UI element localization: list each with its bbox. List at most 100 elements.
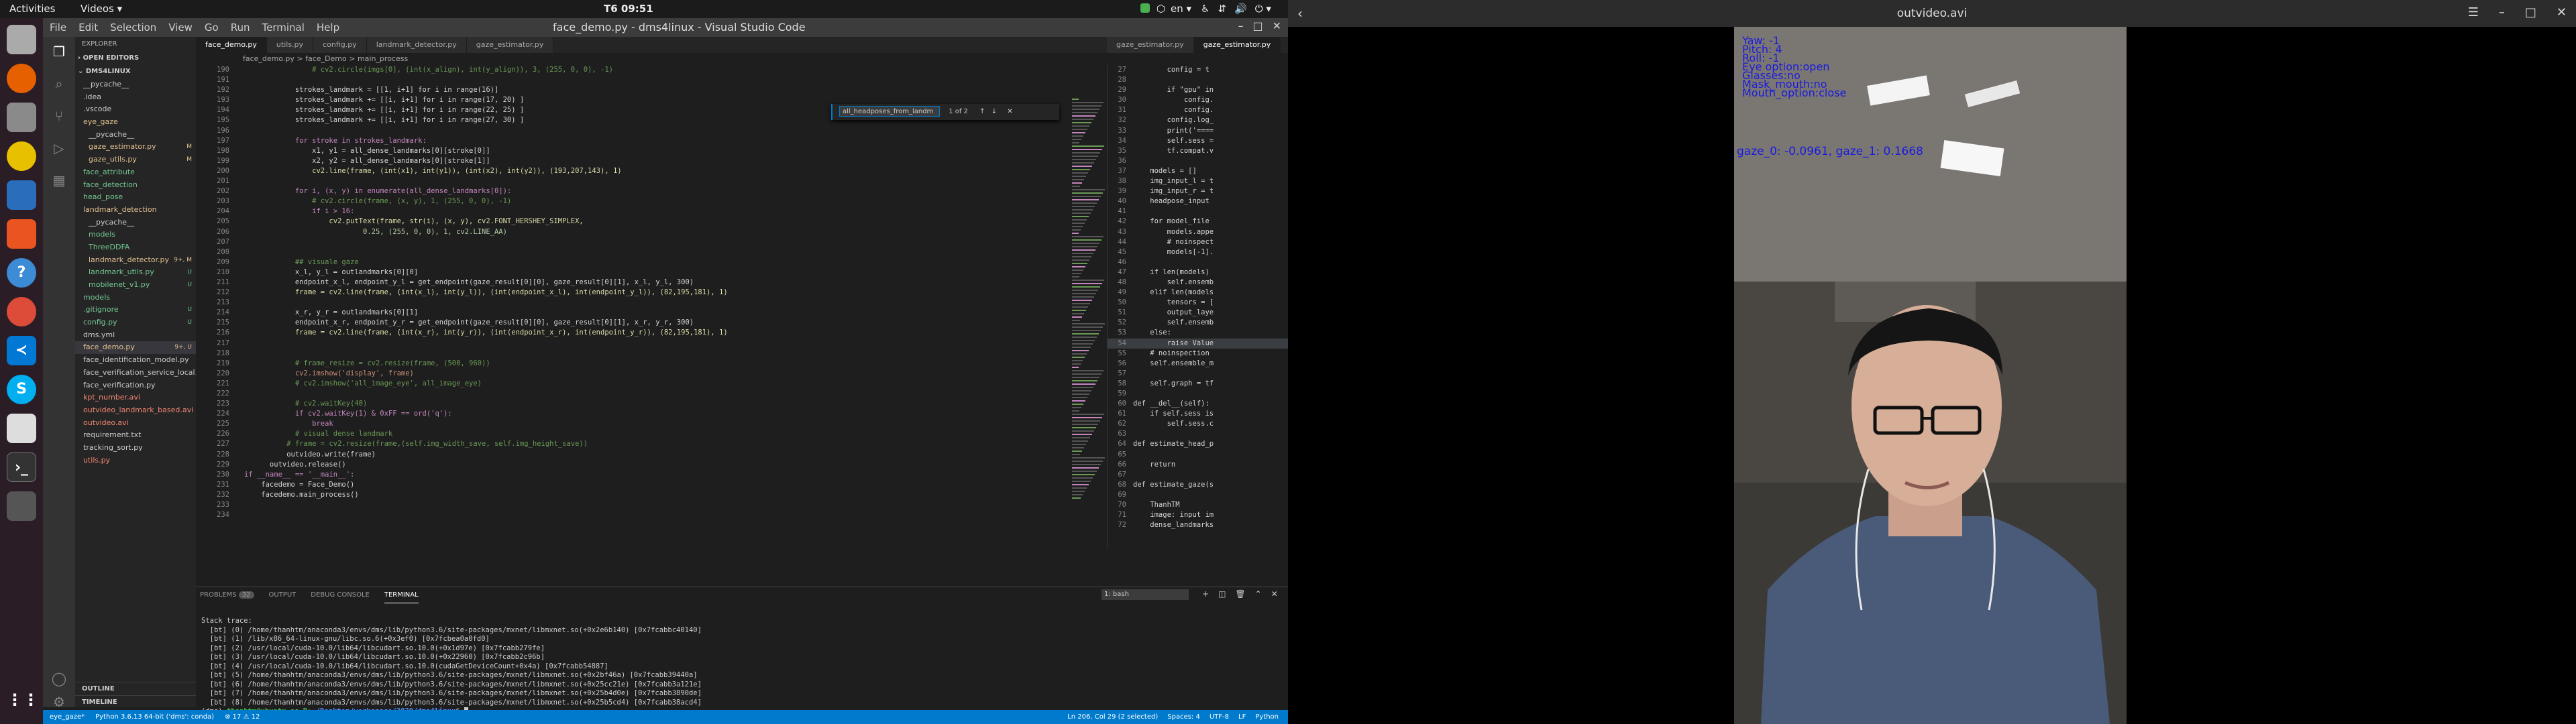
tree-item[interactable]: landmark_utils.py U <box>75 266 196 279</box>
kill-terminal-icon[interactable]: 🗑 <box>1235 589 1245 599</box>
tree-item[interactable]: tracking_sort.py <box>75 442 196 455</box>
status-item[interactable]: Ln 206, Col 29 (2 selected) <box>1067 710 1158 724</box>
next-match-icon[interactable]: ↓ <box>991 108 997 115</box>
close-find-icon[interactable]: ✕ <box>1007 108 1012 115</box>
tree-item[interactable]: dms.yml <box>75 329 196 342</box>
source-control-icon[interactable]: ⑂ <box>51 108 67 124</box>
menu-edit[interactable]: Edit <box>78 21 98 34</box>
find-input[interactable]: all_headposes_from_landm <box>839 106 940 117</box>
libreoffice-writer-icon[interactable] <box>7 180 36 210</box>
maximize-panel-icon[interactable]: ⌃ <box>1255 589 1262 599</box>
open-editors-section[interactable]: › OPEN EDITORS <box>75 52 196 65</box>
menu-go[interactable]: Go <box>205 21 219 34</box>
tree-item[interactable]: face_identification_model.py <box>75 354 196 367</box>
language-indicator[interactable]: en ▾ <box>1171 3 1191 15</box>
power-icon[interactable]: ⏻ ▾ <box>1255 3 1271 15</box>
status-item[interactable]: eye_gaze* <box>50 710 85 724</box>
maximize-icon[interactable]: □ <box>2525 5 2536 19</box>
maximize-icon[interactable]: □ <box>1252 19 1263 32</box>
breadcrumb[interactable]: face_demo.py > face_Demo > main_process <box>196 53 1107 65</box>
panel-tab-problems[interactable]: PROBLEMS 32 <box>200 587 254 603</box>
workspace-root[interactable]: ⌄ DMS4LINUX <box>75 65 196 78</box>
tree-item[interactable]: models <box>75 229 196 241</box>
menu-file[interactable]: File <box>50 21 66 34</box>
network-icon[interactable]: ⇵ <box>1218 3 1226 15</box>
tree-item[interactable]: face_verification.py <box>75 379 196 392</box>
terminal-output[interactable]: Stack trace: [bt] (0) /home/thanhtm/anac… <box>201 617 1275 717</box>
menu-terminal[interactable]: Terminal <box>262 21 305 34</box>
tree-item[interactable]: gaze_utils.py M <box>75 154 196 166</box>
terminal-selector[interactable]: 1: bash <box>1102 589 1189 600</box>
minimize-icon[interactable]: – <box>1238 19 1243 32</box>
tree-item[interactable]: face_verification_service_local.py <box>75 367 196 379</box>
close-panel-icon[interactable]: ✕ <box>1271 589 1278 599</box>
tree-item[interactable]: __pycache__ <box>75 78 196 91</box>
vscode-icon[interactable]: ≺ <box>7 336 36 365</box>
tree-item[interactable]: __pycache__ <box>75 217 196 229</box>
search-icon[interactable]: ⌕ <box>51 76 67 92</box>
close-icon[interactable]: ✕ <box>2557 5 2567 19</box>
firefox-icon[interactable] <box>7 64 36 93</box>
timeline-section[interactable]: TIMELINE <box>75 695 196 709</box>
account-icon[interactable]: ◯ <box>51 670 67 686</box>
skype-icon[interactable]: S <box>7 375 36 404</box>
status-item[interactable]: ⊗ 17 ⚠ 12 <box>225 710 260 724</box>
tree-item[interactable]: utils.py <box>75 455 196 467</box>
tab-landmark-detector[interactable]: landmark_detector.py <box>366 37 467 53</box>
status-item[interactable]: Python <box>1255 710 1279 724</box>
minimap[interactable] <box>1068 99 1107 534</box>
status-item[interactable]: Spaces: 4 <box>1167 710 1200 724</box>
tree-item[interactable]: .vscode <box>75 103 196 116</box>
tab-config[interactable]: config.py <box>313 37 367 53</box>
run-debug-icon[interactable]: ▷ <box>51 140 67 156</box>
code-editor[interactable]: 190 # cv2.circle(imgs[0], (int(x_align),… <box>196 65 1068 548</box>
chrome-icon[interactable] <box>7 297 36 326</box>
tree-item[interactable]: ThreeDDFA <box>75 241 196 254</box>
volume-icon[interactable]: 🔊 <box>1234 3 1247 15</box>
tree-item[interactable]: mobilenet_v1.py U <box>75 279 196 292</box>
settings-gear-icon[interactable]: ⚙ <box>51 694 67 710</box>
tab2-gaze-estimator[interactable]: gaze_estimator.py <box>1107 37 1194 53</box>
tab-face-demo[interactable]: face_demo.py <box>196 37 267 53</box>
tree-item[interactable]: config.py U <box>75 316 196 329</box>
tree-item[interactable]: .gitignore U <box>75 304 196 316</box>
show-applications-icon[interactable]: ⋮⋮ <box>7 685 39 715</box>
tree-item[interactable]: models <box>75 292 196 304</box>
minimize-icon[interactable]: – <box>2499 5 2505 19</box>
video-frame[interactable]: Yaw: -1 Pitch: 4 Roll: -1 Eye option:open Gl… <box>1734 27 2127 724</box>
new-terminal-icon[interactable]: + <box>1202 589 1209 599</box>
menu-view[interactable]: View <box>168 21 193 34</box>
panel-tab-debug-console[interactable]: DEBUG CONSOLE <box>311 587 370 603</box>
tab-gaze-estimator[interactable]: gaze_estimator.py <box>466 37 554 53</box>
split-terminal-icon[interactable]: ◫ <box>1218 589 1226 599</box>
tree-item[interactable]: outvideo_landmark_based.avi <box>75 404 196 417</box>
extensions-icon[interactable]: ▦ <box>51 172 67 188</box>
tree-item[interactable]: face_attribute <box>75 166 196 179</box>
rhythmbox-icon[interactable] <box>7 141 36 171</box>
close-icon[interactable]: ✕ <box>1273 19 1281 32</box>
panel-tab-terminal[interactable]: TERMINAL <box>384 587 419 603</box>
tree-item[interactable]: eye_gaze <box>75 116 196 129</box>
ubuntu-software-icon[interactable] <box>7 219 36 249</box>
previous-match-icon[interactable]: ↑ <box>979 108 985 115</box>
outline-section[interactable]: OUTLINE <box>75 682 196 695</box>
tree-item[interactable]: head_pose <box>75 191 196 204</box>
tree-item[interactable]: requirement.txt <box>75 429 196 442</box>
tree-item[interactable]: gaze_estimator.py M <box>75 141 196 154</box>
dropbox-icon[interactable]: ⬡ <box>1157 3 1165 15</box>
files-icon[interactable] <box>7 103 36 132</box>
terminal-icon[interactable]: ›_ <box>7 452 36 482</box>
tree-item[interactable]: landmark_detection <box>75 204 196 217</box>
text-editor-icon[interactable] <box>7 414 36 443</box>
activities-button[interactable]: Activities <box>9 3 55 15</box>
tab-utils[interactable]: utils.py <box>266 37 314 53</box>
code-editor-split[interactable]: 27 config = t 28 29 if "gpu" in 30 config. 3… <box>1107 65 1288 548</box>
status-item[interactable]: LF <box>1238 710 1246 724</box>
menu-icon[interactable]: ☰ <box>2468 5 2479 19</box>
menu-selection[interactable]: Selection <box>110 21 156 34</box>
menu-help[interactable]: Help <box>317 21 339 34</box>
videos-icon[interactable] <box>7 491 36 521</box>
tree-item[interactable]: face_detection <box>75 179 196 192</box>
app-indicator-icon[interactable] <box>1140 3 1150 13</box>
accessibility-icon[interactable]: ♿ <box>1201 3 1210 15</box>
